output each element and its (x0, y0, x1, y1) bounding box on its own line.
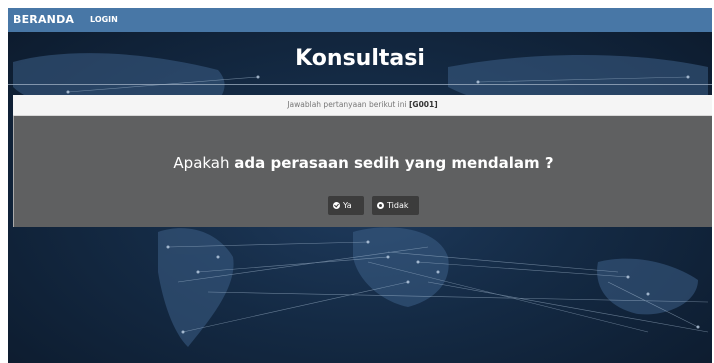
nav-login-link[interactable]: LOGIN (90, 15, 118, 24)
question-code: [G001] (409, 100, 438, 109)
no-button[interactable]: Tidak (372, 196, 419, 215)
yes-button[interactable]: Ya (328, 196, 364, 215)
nav-beranda-link[interactable]: BERANDA (13, 13, 74, 26)
title-divider (8, 84, 712, 85)
question-text: Apakah ada perasaan sedih yang mendalam … (14, 154, 712, 172)
question-instruction: Jawablah pertanyaan berikut ini [G001] (13, 100, 712, 109)
page-frame: BERANDA LOGIN Konsultasi Jawablah pertan… (8, 8, 712, 363)
check-circle-icon (333, 202, 340, 209)
navbar: BERANDA LOGIN (8, 8, 712, 32)
page-title: Konsultasi (295, 46, 425, 71)
question-prefix: Apakah (173, 154, 230, 172)
instruction-text: Jawablah pertanyaan berikut ini (287, 100, 407, 109)
panel-heading: Jawablah pertanyaan berikut ini [G001] (13, 95, 712, 116)
no-label: Tidak (387, 201, 409, 210)
dot-circle-icon (377, 202, 384, 209)
question-emphasis: ada perasaan sedih yang mendalam ? (234, 154, 554, 172)
panel-body: Apakah ada perasaan sedih yang mendalam … (13, 116, 712, 227)
yes-label: Ya (343, 201, 352, 210)
